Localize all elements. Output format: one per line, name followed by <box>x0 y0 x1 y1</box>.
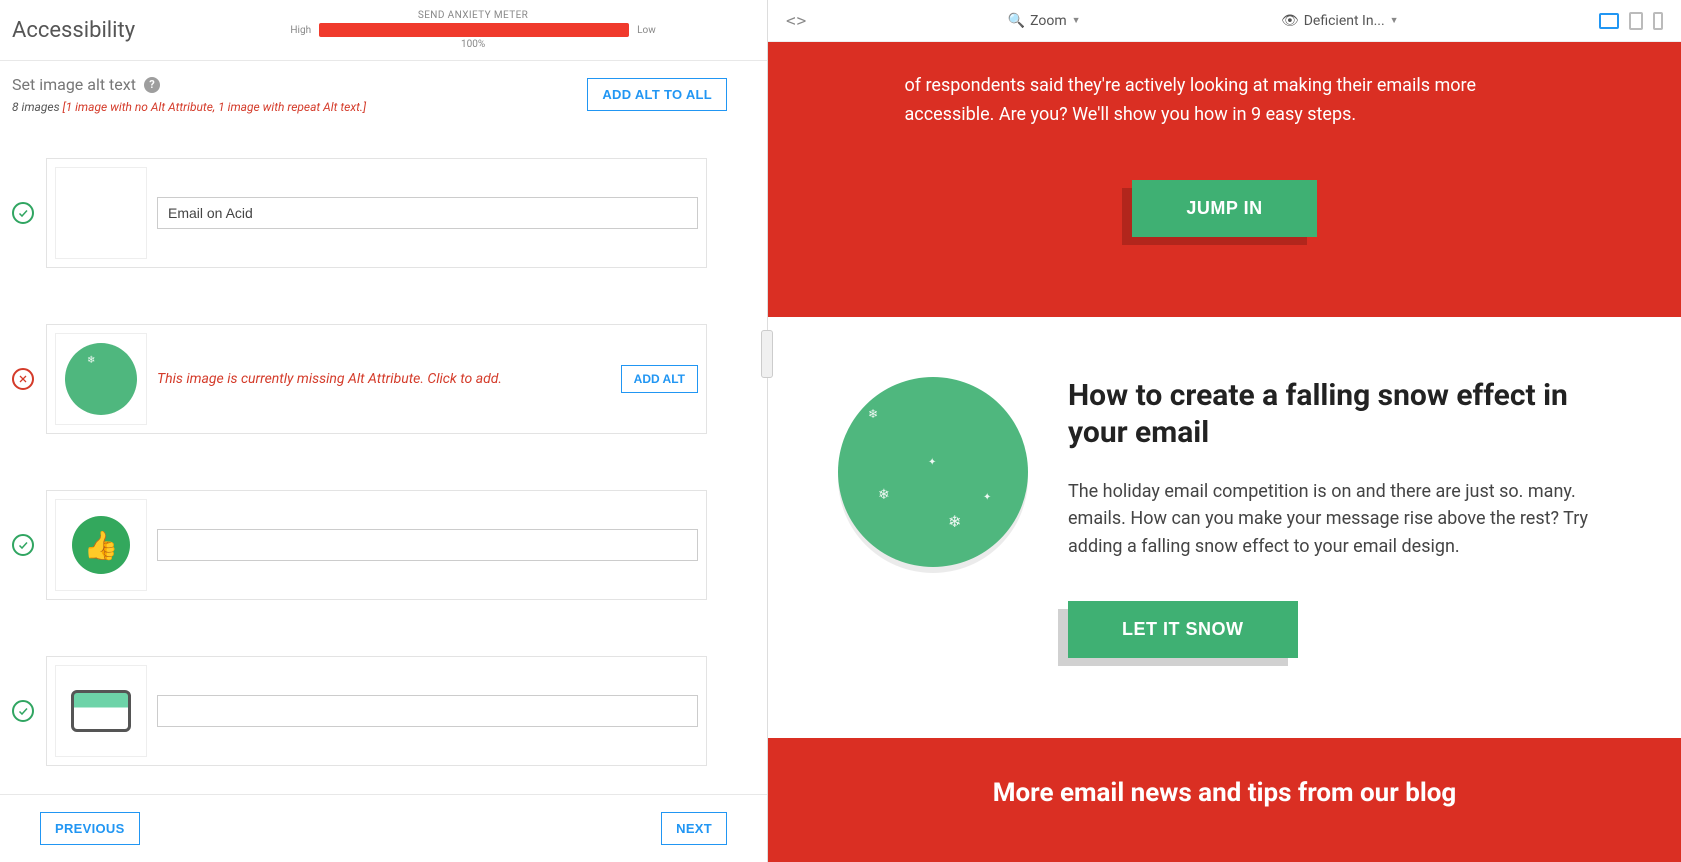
snow-heading: How to create a falling snow effect in y… <box>1068 377 1621 452</box>
snow-text: How to create a falling snow effect in y… <box>1068 377 1621 659</box>
image-count: 8 images <box>12 100 60 114</box>
meter-label: SEND ANXIETY METER <box>418 10 528 21</box>
zoom-label: Zoom <box>1030 13 1067 29</box>
alt-card: ❄ This image is currently missing Alt At… <box>46 324 707 434</box>
snow-image: ❄ ✦ ❄ ❄ ✦ <box>838 377 1028 567</box>
missing-alt-msg: This image is currently missing Alt Attr… <box>157 371 611 387</box>
subheader-meta: 8 images [1 image with no Alt Attribute,… <box>12 100 366 114</box>
zoom-dropdown[interactable]: 🔍 Zoom ▼ <box>1008 13 1081 29</box>
status-error-icon <box>12 368 34 390</box>
email-body: of respondents said they're actively loo… <box>768 42 1681 862</box>
device-tablet-icon[interactable] <box>1629 12 1643 30</box>
chevron-down-icon: ▼ <box>1390 15 1399 26</box>
footer-section: More email news and tips from our blog <box>768 738 1681 862</box>
device-phone-icon[interactable] <box>1653 12 1663 30</box>
alt-row <box>12 158 707 268</box>
status-ok-icon <box>12 202 34 224</box>
subheader: Set image alt text ? 8 images [1 image w… <box>0 61 767 118</box>
anxiety-meter: SEND ANXIETY METER High Low 100% <box>195 10 751 50</box>
snow-paragraph: The holiday email competition is on and … <box>1068 478 1621 562</box>
hero-paragraph: of respondents said they're actively loo… <box>905 42 1545 130</box>
left-panel: Accessibility SEND ANXIETY METER High Lo… <box>0 0 768 862</box>
next-button[interactable]: NEXT <box>661 812 727 845</box>
add-alt-all-button[interactable]: ADD ALT TO ALL <box>587 78 727 111</box>
meter-bar <box>319 23 629 37</box>
right-panel: <> 🔍 Zoom ▼ 👁 Deficient In... ▼ <box>768 0 1681 862</box>
snow-section: ❄ ✦ ❄ ❄ ✦ How to create a falling snow e… <box>768 317 1681 739</box>
thumb-device <box>55 665 147 757</box>
deficient-dropdown[interactable]: 👁 Deficient In... ▼ <box>1281 13 1399 29</box>
status-ok-icon <box>12 534 34 556</box>
meter-pct: 100% <box>461 39 485 50</box>
prev-button[interactable]: PREVIOUS <box>40 812 140 845</box>
help-icon[interactable]: ? <box>144 77 160 93</box>
subheader-title: Set image alt text ? <box>12 75 366 94</box>
device-desktop-icon[interactable] <box>1599 13 1619 29</box>
left-header: Accessibility SEND ANXIETY METER High Lo… <box>0 0 767 61</box>
bottom-nav: PREVIOUS NEXT <box>0 794 767 862</box>
add-alt-button[interactable]: ADD ALT <box>621 365 698 393</box>
email-preview[interactable]: of respondents said they're actively loo… <box>768 42 1681 862</box>
deficient-label: Deficient In... <box>1304 13 1385 29</box>
preview-toolbar: <> 🔍 Zoom ▼ 👁 Deficient In... ▼ <box>768 0 1681 42</box>
alt-row: ❄ This image is currently missing Alt At… <box>12 324 707 434</box>
alt-row <box>12 656 707 766</box>
eye-icon: 👁 <box>1281 13 1299 29</box>
subheader-left: Set image alt text ? 8 images [1 image w… <box>12 75 366 114</box>
page-title: Accessibility <box>12 18 135 43</box>
alt-card <box>46 656 707 766</box>
chevron-down-icon: ▼ <box>1072 15 1081 26</box>
subheader-title-text: Set image alt text <box>12 75 136 94</box>
meter-row: High Low <box>290 23 655 37</box>
device-switcher <box>1599 12 1663 30</box>
alt-input[interactable] <box>157 529 698 561</box>
meter-high: High <box>290 25 311 36</box>
alt-card: 👍 <box>46 490 707 600</box>
panel-splitter[interactable] <box>761 330 773 378</box>
alt-input[interactable] <box>157 695 698 727</box>
hero-cta-wrap: JUMP IN <box>858 180 1591 237</box>
zoom-icon: 🔍 <box>1008 13 1025 29</box>
thumb-logo <box>55 167 147 259</box>
footer-heading: More email news and tips from our blog <box>788 778 1661 808</box>
warn-text: [1 image with no Alt Attribute, 1 image … <box>63 100 367 114</box>
alt-card <box>46 158 707 268</box>
app-root: Accessibility SEND ANXIETY METER High Lo… <box>0 0 1681 862</box>
status-ok-icon <box>12 700 34 722</box>
alt-list[interactable]: ❄ This image is currently missing Alt At… <box>0 118 767 794</box>
alt-row: 👍 <box>12 490 707 600</box>
code-toggle-icon[interactable]: <> <box>786 11 807 30</box>
hero-section: of respondents said they're actively loo… <box>768 42 1681 317</box>
thumb-thumbsup: 👍 <box>55 499 147 591</box>
snow-cta-button[interactable]: LET IT SNOW <box>1068 601 1298 658</box>
alt-input[interactable] <box>157 197 698 229</box>
snow-cta-wrap: LET IT SNOW <box>1068 601 1621 658</box>
thumb-snow-circle: ❄ <box>55 333 147 425</box>
meter-low: Low <box>637 25 656 36</box>
hero-cta-button[interactable]: JUMP IN <box>1132 180 1316 237</box>
